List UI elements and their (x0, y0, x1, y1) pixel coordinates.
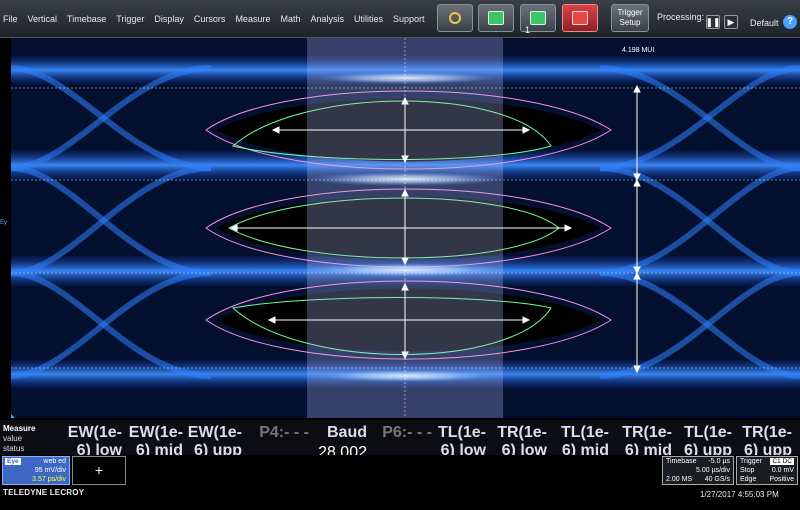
measure-row-status-label: status (3, 444, 25, 453)
measure-header: Baud (327, 424, 367, 441)
trigger-setup-button[interactable]: Trigger Setup (611, 4, 649, 32)
measure-header: P6:- - - (382, 424, 432, 441)
eye-name: web ed (43, 458, 66, 465)
green-trace-icon (488, 11, 504, 25)
menu-item-analysis[interactable]: Analysis (310, 14, 344, 24)
trigger-label: Trigger (740, 458, 762, 465)
quick-button-1[interactable] (478, 4, 514, 32)
eye-tag: Eye (5, 458, 21, 465)
menu-item-timebase[interactable]: Timebase (67, 14, 106, 24)
green-trace-icon (530, 11, 546, 25)
eye-hscale: 3.57 ps/div (32, 476, 66, 483)
play-icon: ▶ (727, 16, 735, 27)
timebase-offset: -5.0 µs (708, 458, 730, 465)
timebase-sample-rate: 40 GS/s (704, 476, 730, 483)
default-label[interactable]: Default (750, 18, 779, 28)
timebase-label: Timebase (666, 458, 697, 465)
measure-column[interactable]: P4:- - - (247, 424, 309, 444)
add-trace-button[interactable]: + (72, 456, 126, 485)
trigger-setup-label-2: Setup (619, 18, 641, 27)
menu-item-file[interactable]: File (3, 14, 18, 24)
main-menu: File Vertical Timebase Trigger Display Cursor… (3, 0, 435, 37)
measure-column[interactable]: P6:- - - (370, 424, 432, 444)
menu-item-measure[interactable]: Measure (235, 14, 270, 24)
eye-diagram-svg (11, 38, 800, 418)
menu-item-display[interactable]: Display (154, 14, 184, 24)
clock-icon (449, 12, 461, 24)
timebase-memory: 2.00 MS (666, 476, 693, 483)
trigger-type: Edge (740, 476, 757, 483)
eye-trace-descriptor[interactable]: Eye web ed 95 mV/div 3.57 ps/div (2, 456, 70, 485)
pause-button[interactable]: ❚❚ (705, 15, 721, 29)
timebase-descriptor[interactable]: Timebase -5.0 µs 5.00 µs/div 2.00 MS 40 … (662, 456, 734, 485)
processing-label: Processing: (657, 12, 705, 22)
trigger-source-badge: C1 DC (770, 458, 794, 465)
mui-readout: 4.198 MUI (622, 47, 655, 54)
trigger-slope: Positive (769, 476, 794, 483)
measure-row-value-label: value (3, 434, 23, 443)
eye-vscale: 95 mV/div (34, 467, 66, 474)
record-icon (572, 11, 588, 25)
menu-item-trigger[interactable]: Trigger (116, 14, 144, 24)
menu-item-vertical[interactable]: Vertical (28, 14, 58, 24)
help-icon[interactable]: ? (783, 15, 797, 29)
timebase-rate: 5.00 µs/div (696, 467, 730, 474)
menu-item-support[interactable]: Support (393, 14, 425, 24)
measure-title[interactable]: Measure (3, 424, 35, 433)
quick-button-number: 1 (525, 25, 531, 35)
trigger-level: 0.0 mV (771, 467, 794, 474)
date-time: 1/27/2017 4:55:03 PM (700, 490, 779, 499)
measure-header: P4:- - - (259, 424, 309, 441)
record-button[interactable] (562, 4, 598, 32)
trigger-setup-label-1: Trigger (617, 8, 643, 17)
menu-item-math[interactable]: Math (280, 14, 300, 24)
trigger-mode: Stop (740, 467, 755, 474)
pause-icon: ❚❚ (705, 16, 721, 27)
menu-item-utilities[interactable]: Utilities (354, 14, 383, 24)
alarm-clock-button[interactable] (437, 4, 473, 32)
trigger-descriptor[interactable]: Trigger C1 DC Stop 0.0 mV Edge Positive (736, 456, 798, 485)
brand-logo: TELEDYNE LECROY (3, 488, 85, 497)
menu-item-cursors[interactable]: Cursors (194, 14, 226, 24)
play-button[interactable]: ▶ (724, 15, 738, 29)
eye-diagram-display[interactable] (11, 38, 800, 418)
channel-axis-label: Ey (0, 220, 8, 226)
menu-bar: File Vertical Timebase Trigger Display Cursor… (0, 0, 800, 38)
